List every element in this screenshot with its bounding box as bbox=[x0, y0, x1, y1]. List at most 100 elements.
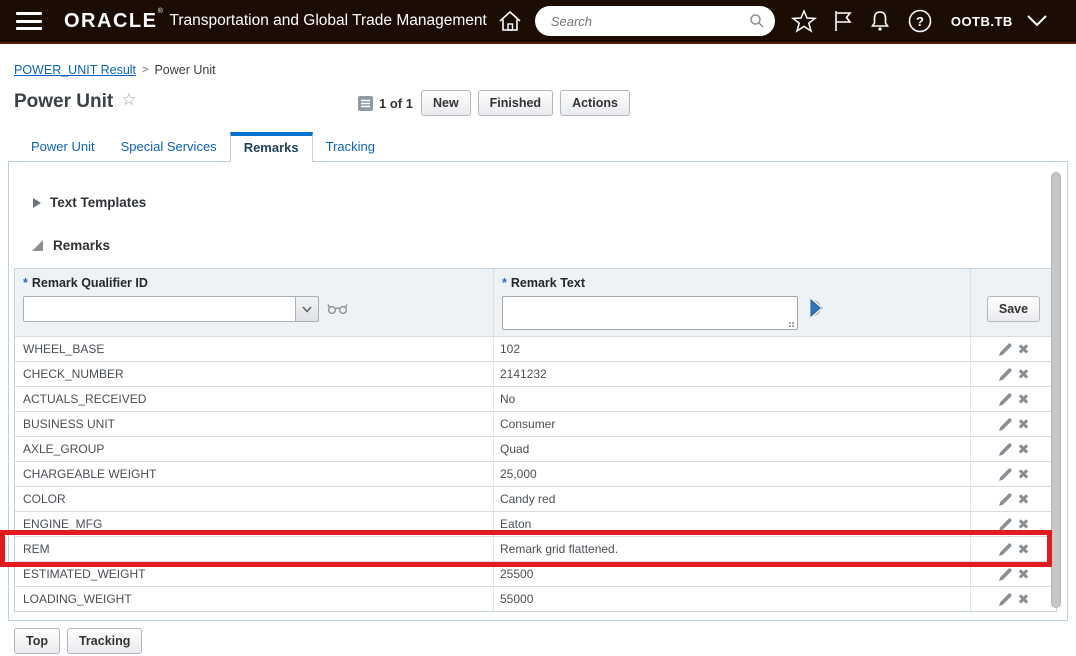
table-row[interactable]: ENGINE_MFG Eaton ✖ bbox=[15, 511, 1056, 536]
table-row[interactable]: WHEEL_BASE 102 ✖ bbox=[15, 336, 1056, 361]
table-row[interactable]: ESTIMATED_WEIGHT 25500 ✖ bbox=[15, 561, 1056, 586]
edit-pencil-icon[interactable] bbox=[998, 492, 1013, 507]
table-row[interactable]: CHARGEABLE WEIGHT 25,000 ✖ bbox=[15, 461, 1056, 486]
row-actions: ✖ bbox=[971, 462, 1056, 486]
remark-text-cell: 25,000 bbox=[494, 462, 971, 486]
remark-qualifier-cell: LOADING_WEIGHT bbox=[15, 587, 494, 611]
tab-tracking[interactable]: Tracking bbox=[313, 133, 388, 161]
remarks-tab-panel: Text Templates Remarks * Remark Qualifier… bbox=[8, 161, 1068, 621]
table-row[interactable]: COLOR Candy red ✖ bbox=[15, 486, 1056, 511]
home-icon[interactable] bbox=[497, 9, 523, 33]
remark-text-cell: Candy red bbox=[494, 487, 971, 511]
edit-pencil-icon[interactable] bbox=[998, 542, 1013, 557]
page-title: Power Unit bbox=[14, 91, 114, 112]
edit-pencil-icon[interactable] bbox=[998, 392, 1013, 407]
table-row[interactable]: LOADING_WEIGHT 55000 ✖ bbox=[15, 586, 1056, 611]
table-row[interactable]: ACTUALS_RECEIVED No ✖ bbox=[15, 386, 1056, 411]
collapsed-triangle-icon bbox=[33, 197, 41, 208]
help-icon[interactable]: ? bbox=[907, 8, 933, 34]
remark-qualifier-cell: CHECK_NUMBER bbox=[15, 362, 494, 386]
remark-qualifier-input[interactable] bbox=[23, 296, 295, 322]
column-header-remark-qualifier-id: * Remark Qualifier ID bbox=[23, 276, 148, 290]
delete-x-icon[interactable]: ✖ bbox=[1018, 567, 1030, 581]
favorites-star-icon[interactable] bbox=[790, 9, 817, 33]
breadcrumb-link-power-unit-result[interactable]: POWER_UNIT Result bbox=[14, 63, 136, 77]
edit-pencil-icon[interactable] bbox=[998, 417, 1013, 432]
remarks-label: Remarks bbox=[53, 238, 111, 253]
flag-icon[interactable] bbox=[833, 9, 853, 33]
delete-x-icon[interactable]: ✖ bbox=[1018, 442, 1030, 456]
tracking-button[interactable]: Tracking bbox=[66, 628, 143, 654]
delete-x-icon[interactable]: ✖ bbox=[1018, 542, 1030, 556]
row-actions: ✖ bbox=[971, 562, 1056, 586]
finished-button[interactable]: Finished bbox=[477, 90, 554, 116]
title-row: Power Unit ☆ 1 of 1 New Finished Actions bbox=[14, 90, 1062, 120]
remark-qualifier-cell: WHEEL_BASE bbox=[15, 337, 494, 361]
search-icon[interactable] bbox=[749, 13, 765, 29]
remark-qualifier-cell: ACTUALS_RECEIVED bbox=[15, 387, 494, 411]
edit-pencil-icon[interactable] bbox=[998, 442, 1013, 457]
svg-text:?: ? bbox=[916, 14, 924, 29]
edit-pencil-icon[interactable] bbox=[998, 467, 1013, 482]
table-row[interactable]: AXLE_GROUP Quad ✖ bbox=[15, 436, 1056, 461]
top-app-bar: ORACLE ® Transportation and Global Trade … bbox=[0, 0, 1076, 44]
remarks-section-header[interactable]: Remarks bbox=[31, 238, 1067, 253]
top-button[interactable]: Top bbox=[14, 628, 60, 654]
table-body: WHEEL_BASE 102 ✖ CHECK_NUMBER 2141232 ✖ … bbox=[15, 336, 1056, 611]
row-actions: ✖ bbox=[971, 362, 1056, 386]
record-list-icon[interactable] bbox=[358, 95, 373, 111]
apply-run-icon[interactable] bbox=[806, 298, 828, 318]
remark-text-cell: No bbox=[494, 387, 971, 411]
table-row[interactable]: REM Remark grid flattened. ✖ bbox=[15, 536, 1056, 561]
delete-x-icon[interactable]: ✖ bbox=[1018, 367, 1030, 381]
menu-icon[interactable] bbox=[16, 12, 42, 30]
remark-text-cell: 102 bbox=[494, 337, 971, 361]
oracle-logo: ORACLE ® bbox=[64, 7, 165, 32]
save-button[interactable]: Save bbox=[986, 295, 1041, 322]
remark-qualifier-cell: COLOR bbox=[15, 487, 494, 511]
edit-pencil-icon[interactable] bbox=[998, 517, 1013, 532]
tab-remarks[interactable]: Remarks bbox=[229, 132, 313, 162]
notifications-bell-icon[interactable] bbox=[869, 9, 891, 33]
tab-power-unit[interactable]: Power Unit bbox=[18, 133, 108, 161]
lookup-binoculars-icon[interactable] bbox=[327, 302, 348, 315]
edit-pencil-icon[interactable] bbox=[998, 342, 1013, 357]
app-title: Transportation and Global Trade Manageme… bbox=[169, 12, 487, 29]
remark-qualifier-combobox bbox=[23, 296, 319, 322]
tab-special-services[interactable]: Special Services bbox=[108, 133, 230, 161]
remarks-table: * Remark Qualifier ID * Remark Text Save… bbox=[14, 268, 1057, 612]
remark-qualifier-cell: ENGINE_MFG bbox=[15, 512, 494, 536]
delete-x-icon[interactable]: ✖ bbox=[1018, 592, 1030, 606]
delete-x-icon[interactable]: ✖ bbox=[1018, 342, 1030, 356]
row-actions: ✖ bbox=[971, 487, 1056, 511]
scrollbar-thumb[interactable] bbox=[1051, 172, 1061, 608]
new-button[interactable]: New bbox=[420, 90, 471, 116]
edit-pencil-icon[interactable] bbox=[998, 567, 1013, 582]
remark-text-input[interactable] bbox=[502, 296, 798, 330]
edit-pencil-icon[interactable] bbox=[998, 367, 1013, 382]
table-row[interactable]: CHECK_NUMBER 2141232 ✖ bbox=[15, 361, 1056, 386]
delete-x-icon[interactable]: ✖ bbox=[1018, 517, 1030, 531]
remark-text-cell: Consumer bbox=[494, 412, 971, 436]
breadcrumb-separator: > bbox=[142, 64, 149, 76]
remark-qualifier-cell: CHARGEABLE WEIGHT bbox=[15, 462, 494, 486]
required-marker: * bbox=[502, 276, 507, 290]
row-actions: ✖ bbox=[971, 512, 1056, 536]
search-input[interactable] bbox=[550, 13, 749, 29]
actions-button[interactable]: Actions bbox=[560, 90, 630, 116]
text-templates-label: Text Templates bbox=[50, 195, 147, 210]
delete-x-icon[interactable]: ✖ bbox=[1018, 392, 1030, 406]
delete-x-icon[interactable]: ✖ bbox=[1018, 467, 1030, 481]
user-chevron-down-icon[interactable] bbox=[1025, 13, 1049, 29]
favorite-star-icon[interactable]: ☆ bbox=[121, 90, 136, 109]
combobox-chevron-down-icon[interactable] bbox=[295, 296, 319, 322]
edit-pencil-icon[interactable] bbox=[998, 592, 1013, 607]
text-templates-section-header[interactable]: Text Templates bbox=[33, 195, 1067, 210]
vertical-scrollbar[interactable] bbox=[1051, 168, 1062, 614]
user-menu[interactable]: OOTB.TB bbox=[951, 14, 1013, 29]
delete-x-icon[interactable]: ✖ bbox=[1018, 492, 1030, 506]
table-row[interactable]: BUSINESS UNIT Consumer ✖ bbox=[15, 411, 1056, 436]
delete-x-icon[interactable]: ✖ bbox=[1018, 417, 1030, 431]
remark-text-cell: 25500 bbox=[494, 562, 971, 586]
remark-text-cell: 55000 bbox=[494, 587, 971, 611]
